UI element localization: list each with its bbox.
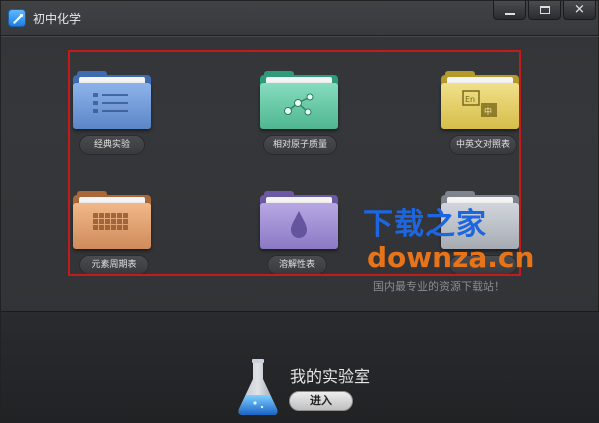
minimize-icon: [504, 13, 515, 15]
title-bar[interactable]: 初中化学 ✕: [1, 1, 599, 35]
maximize-button[interactable]: [528, 1, 561, 20]
close-button[interactable]: ✕: [563, 1, 596, 20]
maximize-icon: [539, 6, 550, 14]
minimize-button[interactable]: [493, 1, 526, 20]
flask-icon: [238, 359, 278, 415]
enter-lab-button[interactable]: 进入: [289, 391, 353, 411]
app-window: 初中化学 ✕ 经典实验 相对原子质量 En 中 中英文对照表 元素周期表 溶解性…: [0, 0, 599, 423]
window-controls: ✕: [493, 1, 596, 20]
lab-title: 我的实验室: [290, 367, 371, 386]
watermark-brand-en: downza.cn: [367, 241, 535, 274]
close-icon: ✕: [574, 2, 585, 18]
watermark-tagline: 国内最专业的资源下载站！: [373, 280, 505, 293]
app-logo-icon: [8, 9, 26, 27]
app-title: 初中化学: [33, 12, 82, 26]
watermark-brand-zh: 下载之家: [363, 207, 487, 242]
